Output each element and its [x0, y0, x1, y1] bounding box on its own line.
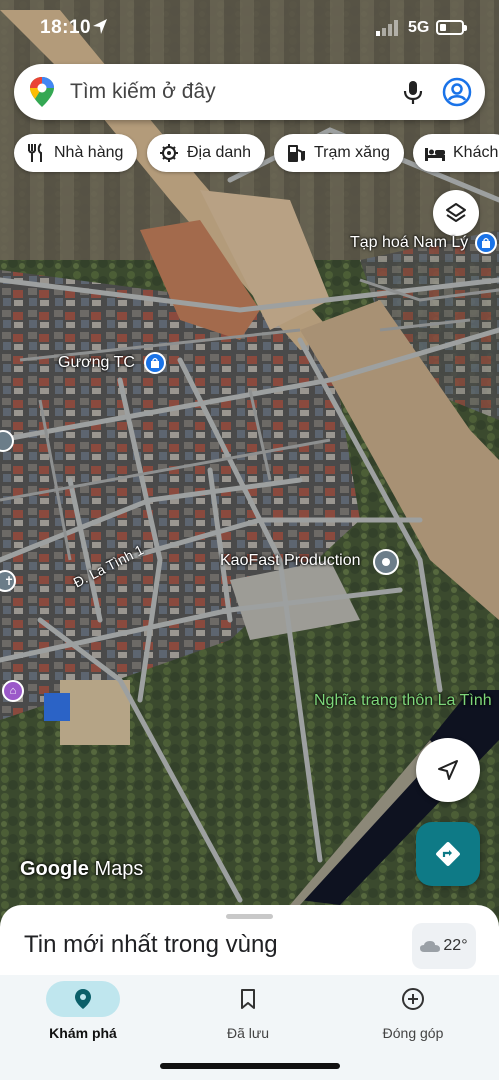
nav-saved[interactable]: Đã lưu — [173, 981, 323, 1041]
chip-gas-stations[interactable]: Trạm xăng — [274, 134, 404, 172]
gas-station-icon — [284, 141, 308, 165]
directions-button[interactable] — [416, 822, 480, 886]
place-label-nghia-trang[interactable]: Nghĩa trang thôn La Tình — [314, 692, 492, 710]
weather-badge[interactable]: 22° — [412, 923, 476, 969]
layers-icon — [446, 203, 466, 222]
search-input[interactable] — [70, 74, 380, 110]
chip-label: Nhà hàng — [54, 144, 124, 161]
nav-saved-pill — [211, 981, 285, 1017]
add-circle-icon — [402, 988, 424, 1010]
landmark-icon — [157, 141, 181, 165]
nav-contribute-label: Đóng góp — [382, 1025, 444, 1041]
shopping-bag-icon[interactable] — [144, 352, 166, 374]
chip-label: Địa danh — [187, 144, 252, 161]
search-bar[interactable] — [14, 64, 485, 120]
sheet-title: Tin mới nhất trong vùng — [24, 931, 278, 958]
place-label-guong-tc[interactable]: Gương TC — [58, 354, 135, 372]
home-indicator[interactable] — [160, 1063, 340, 1069]
status-time: 18:10 — [40, 17, 92, 38]
directions-icon — [436, 842, 460, 866]
microphone-icon[interactable] — [399, 78, 427, 106]
nav-explore-label: Khám phá — [49, 1025, 117, 1041]
restaurant-icon — [24, 141, 48, 165]
location-pin-icon — [75, 989, 91, 1009]
google-maps-watermark: Google Maps — [20, 858, 144, 880]
chip-landmarks[interactable]: Địa danh — [147, 134, 266, 172]
signal-icon — [376, 20, 398, 36]
navigation-arrow-icon — [438, 760, 458, 780]
weather-temp: 22° — [443, 937, 468, 954]
hotel-icon — [423, 141, 447, 165]
status-bar: 18:10 5G — [0, 0, 499, 56]
temple-icon[interactable]: ⌂ — [2, 680, 24, 702]
my-location-button[interactable] — [416, 738, 480, 802]
bookmark-icon — [241, 989, 255, 1009]
google-maps-pin-icon — [30, 77, 54, 107]
chip-label: Khách — [453, 144, 499, 161]
place-pin-icon[interactable] — [373, 549, 399, 575]
nav-contribute-pill — [376, 981, 450, 1017]
account-avatar-icon[interactable] — [442, 77, 472, 107]
category-chips: Nhà hàng Địa danh Trạm xăng Khách — [0, 134, 499, 172]
chip-restaurants[interactable]: Nhà hàng — [14, 134, 138, 172]
sheet-handle[interactable] — [226, 914, 273, 919]
nav-saved-label: Đã lưu — [226, 1025, 270, 1041]
cloud-icon — [420, 941, 441, 952]
place-label-tap-hoa[interactable]: Tạp hoá Nam Lý — [350, 234, 468, 252]
chip-label: Trạm xăng — [314, 144, 390, 161]
map-layers-button[interactable] — [433, 190, 479, 236]
place-label-kaofast[interactable]: KaoFast Production — [220, 552, 361, 570]
location-arrow-icon — [93, 19, 107, 34]
shopping-bag-icon[interactable] — [475, 232, 497, 254]
nav-contribute[interactable]: Đóng góp — [338, 981, 488, 1041]
chip-hotels[interactable]: Khách — [413, 134, 499, 172]
nav-explore[interactable]: Khám phá — [8, 981, 158, 1041]
battery-icon — [436, 20, 467, 35]
nav-explore-pill — [46, 981, 120, 1017]
network-type: 5G — [408, 19, 430, 36]
